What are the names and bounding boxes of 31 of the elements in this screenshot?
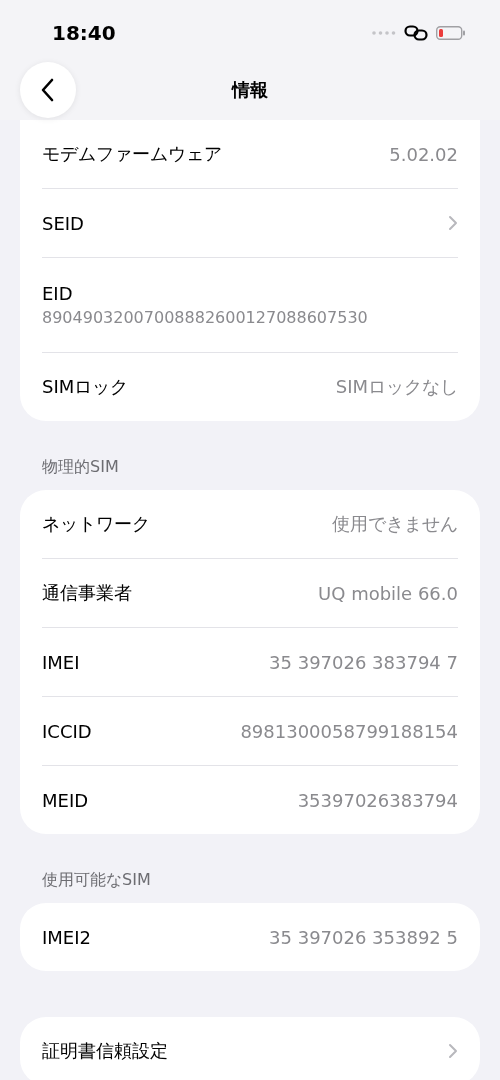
- row-label: MEID: [42, 789, 89, 811]
- back-icon: [41, 78, 55, 102]
- row-value: 使用できません: [332, 512, 458, 536]
- battery-icon: [436, 26, 466, 40]
- row-value: 89049032007008882600127088607530: [42, 308, 368, 327]
- row-label: ICCID: [42, 720, 92, 742]
- row-label[interactable]: SEID: [42, 212, 84, 234]
- signal-icon: [372, 31, 396, 35]
- section-header: 使用可能なSIM: [41, 869, 152, 891]
- back-button[interactable]: [20, 62, 76, 118]
- row-value: 5.02.02: [389, 143, 458, 165]
- row-label: EID: [42, 283, 73, 304]
- chevron-icon: [448, 1043, 458, 1059]
- link-icon: [404, 25, 428, 41]
- row-label: SIMロック: [42, 375, 129, 399]
- section-header: 物理的SIM: [41, 456, 120, 478]
- row-value: UQ mobile 66.0: [318, 582, 458, 604]
- row-value: 8981300058799188154: [240, 720, 458, 742]
- row-label: 通信事業者: [42, 581, 132, 605]
- row-label: ネットワーク: [42, 512, 150, 536]
- row-value: 35 397026 383794 7: [269, 651, 458, 673]
- row-value: 35 397026 353892 5: [269, 926, 458, 948]
- status-time: 18:40: [52, 21, 116, 45]
- row-label: IMEI: [42, 651, 80, 673]
- row-value: SIMロックなし: [335, 375, 458, 399]
- chevron-icon: [448, 215, 458, 231]
- page-title: 情報: [232, 78, 268, 102]
- row-label[interactable]: 証明書信頼設定: [42, 1039, 168, 1063]
- row-value: 35397026383794: [297, 789, 458, 811]
- row-label: モデムファームウェア: [42, 142, 222, 166]
- row-label: IMEI2: [42, 926, 91, 948]
